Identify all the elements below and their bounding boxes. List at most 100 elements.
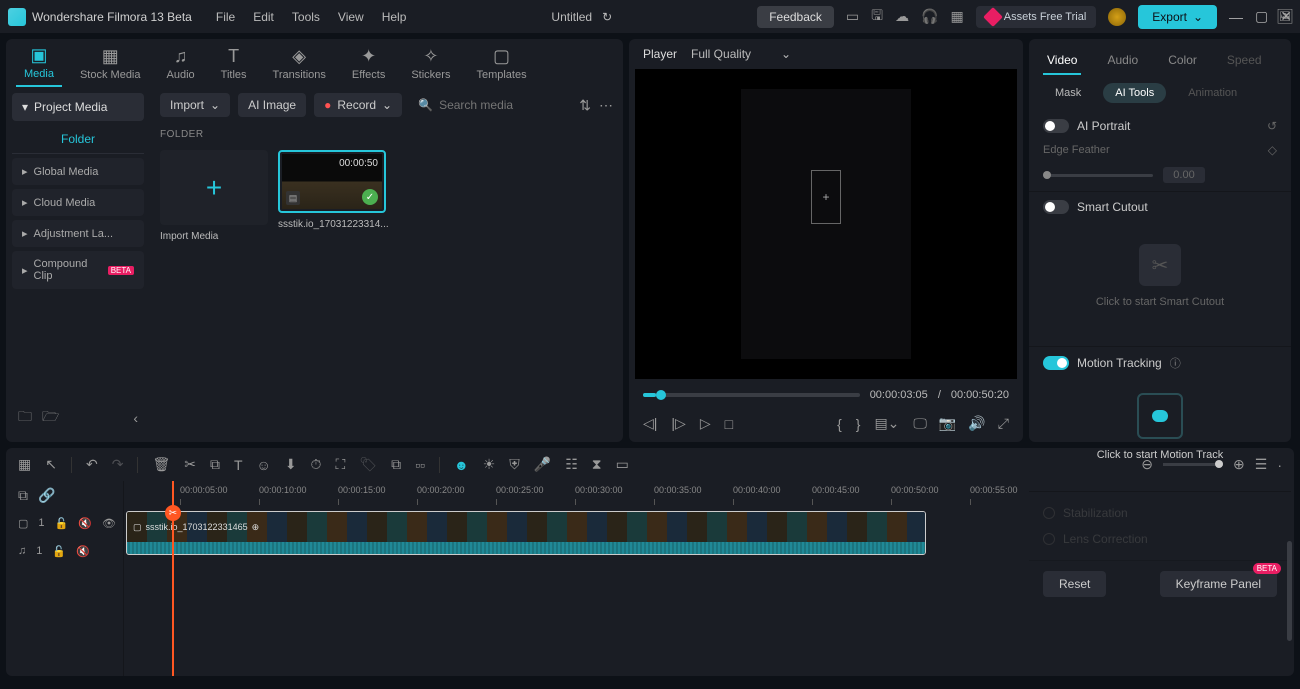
ai-face-icon[interactable]: ☻ bbox=[454, 457, 469, 473]
subtitle-icon[interactable]: ☷ bbox=[565, 456, 578, 473]
keyframe-diamond-icon[interactable]: ◇ bbox=[1268, 143, 1277, 157]
frame-icon[interactable]: ▭ bbox=[616, 456, 629, 473]
info-icon[interactable]: ⓘ bbox=[1170, 355, 1181, 371]
mute-icon[interactable]: 🔇 bbox=[76, 545, 90, 558]
menu-help[interactable]: Help bbox=[382, 10, 407, 24]
new-bin-icon[interactable]: 🗁 bbox=[42, 406, 59, 430]
scrollbar[interactable] bbox=[1287, 541, 1292, 641]
import-button[interactable]: Import⌄ bbox=[160, 93, 230, 117]
link-icon[interactable]: ⧉ bbox=[18, 487, 28, 504]
tab-transitions[interactable]: ◈Transitions bbox=[265, 39, 334, 87]
tab-templates[interactable]: ▢Templates bbox=[468, 39, 534, 87]
player-canvas[interactable]: + bbox=[635, 69, 1017, 379]
more-tl-icon[interactable]: · bbox=[1277, 457, 1282, 473]
redo-icon[interactable]: ↷ bbox=[112, 456, 124, 473]
mark-in-icon[interactable]: { bbox=[837, 416, 842, 432]
search-input[interactable]: 🔍 bbox=[410, 93, 571, 117]
reset-field-icon[interactable]: ↺ bbox=[1267, 119, 1277, 133]
sub-tab-mask[interactable]: Mask bbox=[1043, 83, 1093, 103]
tab-stock-media[interactable]: ▦Stock Media bbox=[72, 39, 149, 87]
video-track-header[interactable]: ▢1 🔓 🔇 👁 bbox=[6, 509, 123, 537]
document-title[interactable]: Untitled bbox=[551, 10, 592, 24]
menu-edit[interactable]: Edit bbox=[253, 10, 274, 24]
pointer-icon[interactable]: ↖ bbox=[45, 456, 57, 473]
timeline-clip[interactable]: ▢ssstik.io_1703122331465⊕ bbox=[126, 511, 926, 555]
snapshot-icon[interactable]: 🖼 bbox=[1276, 8, 1294, 25]
menu-view[interactable]: View bbox=[338, 10, 364, 24]
history-icon[interactable]: ↻ bbox=[602, 10, 612, 24]
download-icon[interactable]: ⬇ bbox=[285, 456, 297, 473]
display-icon[interactable]: ▭ bbox=[846, 8, 859, 25]
search-field[interactable] bbox=[439, 98, 563, 112]
media-clip-card[interactable]: 00:00:50 ▤ ✓ ssstik.io_17031223314... bbox=[278, 150, 389, 242]
maximize-button[interactable]: ▢ bbox=[1255, 8, 1268, 25]
mute-icon[interactable]: 🔇 bbox=[78, 517, 92, 530]
lock-icon[interactable]: 🔓 bbox=[52, 545, 66, 558]
volume-icon[interactable]: 🔊 bbox=[968, 415, 985, 432]
crop-ratio-icon[interactable]: ▤⌄ bbox=[874, 415, 899, 432]
prev-frame-icon[interactable]: ◁| bbox=[643, 415, 657, 432]
delete-icon[interactable]: 🗑 bbox=[152, 456, 170, 473]
speed-icon[interactable]: ⏱ bbox=[311, 456, 322, 473]
shield-icon[interactable]: ⛨ bbox=[509, 456, 520, 473]
smiley-icon[interactable]: ☺ bbox=[257, 457, 271, 473]
display-out-icon[interactable]: 🖵 bbox=[913, 415, 927, 432]
sun-icon[interactable]: ☀ bbox=[483, 456, 496, 473]
dual-icon[interactable]: ▫▫ bbox=[415, 457, 425, 473]
video-track[interactable]: ▢ssstik.io_1703122331465⊕ bbox=[124, 509, 1294, 557]
zoom-in-icon[interactable]: ⊕ bbox=[1233, 456, 1245, 473]
sidebar-adjustment-layer[interactable]: ▸Adjustment La... bbox=[12, 220, 144, 247]
feedback-button[interactable]: Feedback bbox=[757, 6, 834, 28]
minimize-button[interactable]: — bbox=[1229, 9, 1243, 25]
menu-tools[interactable]: Tools bbox=[292, 10, 320, 24]
sub-tab-animation[interactable]: Animation bbox=[1176, 83, 1249, 103]
zoom-slider[interactable] bbox=[1163, 463, 1223, 466]
motion-track-icon[interactable] bbox=[1137, 393, 1183, 439]
link2-icon[interactable]: 🔗 bbox=[38, 487, 55, 504]
assets-trial-button[interactable]: Assets Free Trial bbox=[976, 6, 1097, 28]
tab-effects[interactable]: ✦Effects bbox=[344, 39, 393, 87]
prop-tab-audio[interactable]: Audio bbox=[1103, 47, 1142, 75]
zoom-out-icon[interactable]: ⊖ bbox=[1141, 456, 1153, 473]
smart-cutout-icon[interactable]: ✂ bbox=[1139, 244, 1181, 286]
new-folder-icon[interactable]: 🗀 bbox=[18, 406, 32, 430]
save-icon[interactable]: 🖫 bbox=[871, 5, 883, 29]
sub-tab-ai-tools[interactable]: AI Tools bbox=[1103, 83, 1166, 103]
prop-tab-speed[interactable]: Speed bbox=[1223, 47, 1266, 75]
tab-media[interactable]: ▣Media bbox=[16, 39, 62, 87]
progress-track[interactable] bbox=[643, 393, 860, 397]
mic-icon[interactable]: 🎤 bbox=[534, 456, 551, 473]
tag-icon[interactable]: 🏷 bbox=[359, 456, 377, 473]
layers-icon[interactable]: ☰ bbox=[1255, 456, 1268, 473]
apps-icon[interactable]: ▦ bbox=[951, 8, 964, 25]
collapse-icon[interactable]: ‹ bbox=[133, 410, 138, 426]
camera-icon[interactable]: 📷 bbox=[939, 415, 956, 432]
play-icon[interactable]: ▷ bbox=[700, 415, 711, 432]
avatar-icon[interactable] bbox=[1108, 8, 1126, 26]
undo-icon[interactable]: ↶ bbox=[86, 456, 98, 473]
sidebar-folder[interactable]: Folder bbox=[12, 125, 144, 154]
mark-out-icon[interactable]: } bbox=[856, 416, 861, 432]
more-icon[interactable]: ⋯ bbox=[599, 97, 613, 114]
audio-track[interactable] bbox=[124, 557, 1294, 605]
grid-icon[interactable]: ▦ bbox=[18, 456, 31, 473]
eye-icon[interactable]: 👁 bbox=[102, 517, 116, 530]
motion-tracking-toggle[interactable] bbox=[1043, 356, 1069, 370]
ai-image-button[interactable]: AI Image bbox=[238, 93, 306, 117]
edge-feather-value[interactable]: 0.00 bbox=[1163, 167, 1205, 183]
audio-track-header[interactable]: ♫1 🔓 🔇 bbox=[6, 537, 123, 565]
timeline-ruler[interactable]: 00:00:05:00 00:00:10:00 00:00:15:00 00:0… bbox=[124, 481, 1294, 509]
tab-titles[interactable]: TTitles bbox=[213, 39, 255, 87]
import-media-card[interactable]: + Import Media bbox=[160, 150, 268, 242]
headset-icon[interactable]: 🎧 bbox=[921, 8, 938, 25]
timeline-tracks[interactable]: 00:00:05:00 00:00:10:00 00:00:15:00 00:0… bbox=[124, 481, 1294, 676]
prop-tab-video[interactable]: Video bbox=[1043, 47, 1081, 75]
quality-dropdown[interactable]: Full Quality⌄ bbox=[691, 47, 791, 61]
stop-icon[interactable]: □ bbox=[725, 416, 733, 432]
sidebar-global-media[interactable]: ▸Global Media bbox=[12, 158, 144, 185]
prop-tab-color[interactable]: Color bbox=[1164, 47, 1201, 75]
fit-icon[interactable]: ⛶ bbox=[335, 456, 345, 473]
group-icon[interactable]: ⧉ bbox=[391, 456, 401, 473]
cut-icon[interactable]: ✂ bbox=[184, 456, 196, 473]
sidebar-cloud-media[interactable]: ▸Cloud Media bbox=[12, 189, 144, 216]
